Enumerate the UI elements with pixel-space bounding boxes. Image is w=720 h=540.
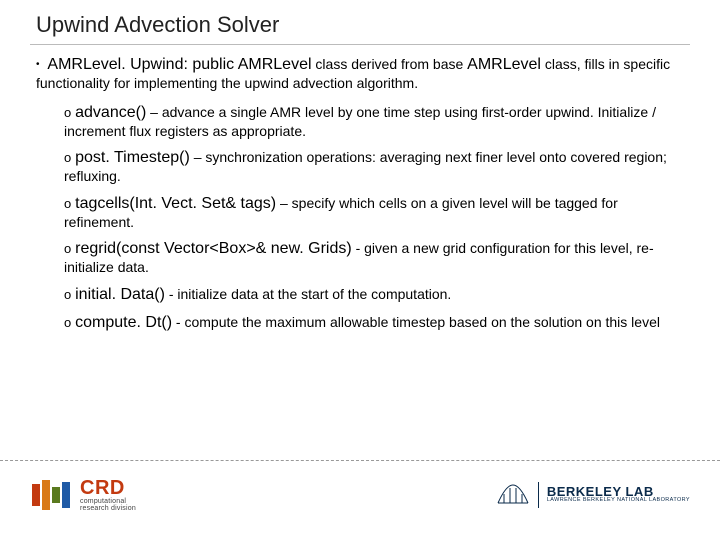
method-name: compute. Dt() xyxy=(75,314,172,331)
sub-bullet: o xyxy=(64,241,71,256)
crd-logo: CRD computational research division xyxy=(30,478,136,512)
method-name: tagcells(Int. Vect. Set& tags) xyxy=(75,195,276,212)
method-name: initial. Data() xyxy=(75,286,165,303)
list-item: o post. Timestep() – synchronization ope… xyxy=(64,148,680,186)
class-decl: AMRLevel. Upwind: public AMRLevel xyxy=(47,56,311,73)
sub-bullet: o xyxy=(64,287,71,302)
crd-line1: computational xyxy=(80,498,136,505)
sub-bullet: o xyxy=(64,150,71,165)
lbl-mark-icon xyxy=(496,483,530,507)
slide-title: Upwind Advection Solver xyxy=(36,12,690,38)
slide: Upwind Advection Solver • AMRLevel. Upwi… xyxy=(0,0,720,540)
sub-bullet: o xyxy=(64,105,71,120)
lead-mid: class derived from base xyxy=(312,56,468,72)
crd-text: CRD computational research division xyxy=(80,478,136,512)
method-desc: - initialize data at the start of the co… xyxy=(165,286,451,302)
list-item: o regrid(const Vector<Box>& new. Grids) … xyxy=(64,239,680,277)
lbl-sub: LAWRENCE BERKELEY NATIONAL LABORATORY xyxy=(547,498,690,504)
crd-mark-icon xyxy=(30,480,74,510)
list-item: o advance() – advance a single AMR level… xyxy=(64,103,680,141)
sub-bullet: o xyxy=(64,196,71,211)
lbl-text: BERKELEY LAB LAWRENCE BERKELEY NATIONAL … xyxy=(547,485,690,504)
list-item: o tagcells(Int. Vect. Set& tags) – speci… xyxy=(64,194,680,232)
footer: CRD computational research division BERK… xyxy=(0,460,720,520)
slide-body: • AMRLevel. Upwind: public AMRLevel clas… xyxy=(30,55,690,333)
method-list: o advance() – advance a single AMR level… xyxy=(36,103,680,333)
method-name: post. Timestep() xyxy=(75,149,190,166)
berkeley-lab-logo: BERKELEY LAB LAWRENCE BERKELEY NATIONAL … xyxy=(496,482,690,508)
base-class: AMRLevel xyxy=(467,56,541,73)
crd-line2: research division xyxy=(80,505,136,512)
sub-bullet: o xyxy=(64,315,71,330)
title-rule xyxy=(30,44,690,45)
lead-paragraph: • AMRLevel. Upwind: public AMRLevel clas… xyxy=(36,55,680,93)
method-name: regrid(const Vector<Box>& new. Grids) xyxy=(75,240,352,257)
crd-acronym: CRD xyxy=(80,478,136,498)
method-desc: - compute the maximum allowable timestep… xyxy=(172,314,660,330)
bullet-icon: • xyxy=(36,59,40,72)
list-item: o initial. Data() - initialize data at t… xyxy=(64,285,680,305)
method-name: advance() xyxy=(75,104,146,121)
list-item: o compute. Dt() - compute the maximum al… xyxy=(64,313,680,333)
divider xyxy=(538,482,539,508)
method-desc: – advance a single AMR level by one time… xyxy=(64,104,656,139)
